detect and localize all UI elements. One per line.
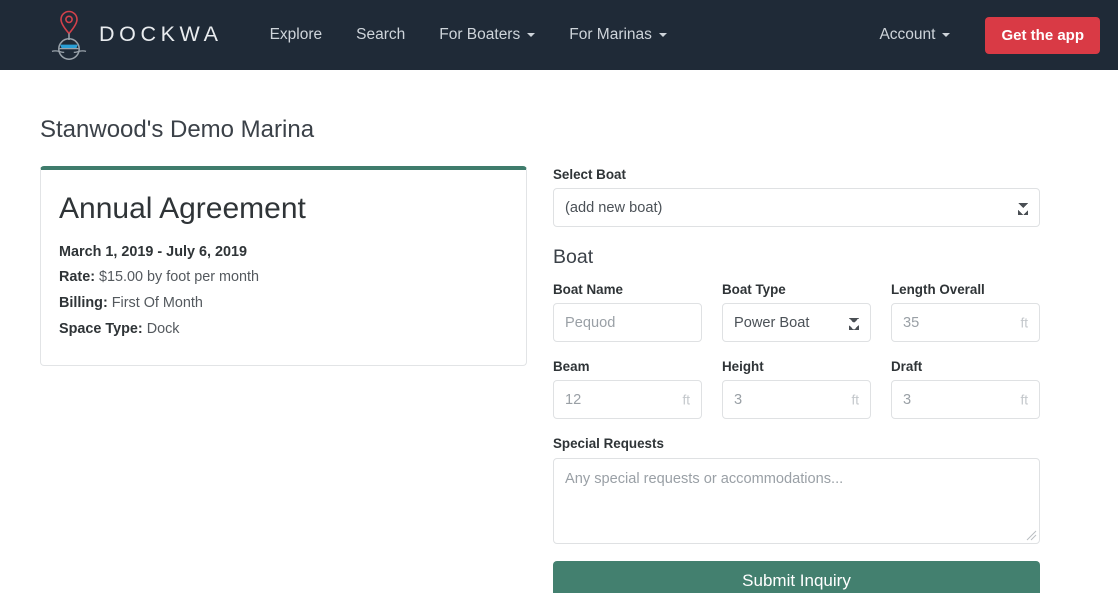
agreement-rate-row: Rate: $15.00 by foot per month	[59, 267, 506, 289]
nav-item-search[interactable]: Search	[339, 0, 422, 70]
nav-item-label: For Marinas	[569, 26, 652, 43]
height-input[interactable]	[722, 380, 871, 420]
nav-item-label: Explore	[269, 26, 323, 43]
account-menu[interactable]: Account	[862, 0, 967, 70]
submit-inquiry-button[interactable]: Submit Inquiry	[553, 560, 1040, 593]
agreement-rate-value: $15.00 by foot per month	[98, 269, 259, 286]
draft-label: Draft	[891, 359, 923, 375]
account-menu-label: Account	[879, 26, 936, 43]
height-field-group: Height ft	[722, 358, 871, 420]
beam-input[interactable]	[553, 380, 702, 420]
main-navigation: Explore Search For Boaters For Marinas	[253, 0, 684, 70]
agreement-billing-value: First Of Month	[111, 295, 203, 312]
agreement-rate-label: Rate:	[59, 269, 95, 286]
nav-item-label: Search	[356, 26, 406, 43]
boat-name-field-group: Boat Name	[553, 281, 702, 343]
agreement-billing-row: Billing: First Of Month	[59, 293, 506, 315]
nav-item-for-boaters[interactable]: For Boaters	[422, 0, 552, 70]
height-label: Height	[722, 359, 764, 375]
boat-name-label: Boat Name	[553, 281, 623, 297]
boat-name-input[interactable]	[553, 303, 702, 343]
chevron-down-icon	[527, 33, 536, 37]
select-boat-dropdown[interactable]: (add new boat)	[553, 188, 1040, 228]
get-the-app-button[interactable]: Get the app	[985, 16, 1100, 54]
boat-details-row-1: Boat Name Boat Type Power Boat Length Ov…	[553, 281, 1040, 343]
site-header: DOCKWA Explore Search For Boaters For Ma…	[0, 0, 1118, 70]
chevron-down-icon	[658, 33, 667, 37]
nav-item-for-marinas[interactable]: For Marinas	[552, 0, 684, 70]
agreement-card: Annual Agreement March 1, 2019 - July 6,…	[40, 165, 527, 366]
mooring-buoy-with-map-pin-icon	[51, 10, 87, 60]
beam-field-group: Beam ft	[553, 358, 702, 420]
special-requests-textarea[interactable]	[553, 457, 1040, 544]
agreement-space-type-row: Space Type: Dock	[59, 319, 506, 341]
length-overall-label: Length Overall	[891, 281, 985, 297]
nav-item-explore[interactable]: Explore	[253, 0, 340, 70]
select-boat-label: Select Boat	[553, 166, 626, 182]
beam-label: Beam	[553, 359, 590, 375]
chevron-down-icon	[942, 33, 951, 37]
header-actions: Account Get the app	[862, 0, 1100, 70]
agreement-date-range: March 1, 2019 - July 6, 2019	[59, 244, 247, 261]
agreement-space-type-label: Space Type:	[59, 321, 143, 338]
boat-type-field-group: Boat Type Power Boat	[722, 281, 871, 343]
boat-type-label: Boat Type	[722, 281, 786, 297]
draft-input[interactable]	[891, 380, 1040, 420]
agreement-column: Annual Agreement March 1, 2019 - July 6,…	[40, 165, 527, 366]
boat-details-row-2: Beam ft Height ft Draft ft	[553, 358, 1040, 420]
agreement-space-type-value: Dock	[146, 321, 180, 338]
draft-field-group: Draft ft	[891, 358, 1040, 420]
inquiry-form: Select Boat (add new boat) Boat Boat Nam…	[553, 166, 1040, 593]
agreement-title: Annual Agreement	[59, 191, 306, 225]
agreement-billing-label: Billing:	[59, 295, 108, 312]
content-columns: Annual Agreement March 1, 2019 - July 6,…	[0, 165, 1118, 593]
length-overall-field-group: Length Overall ft	[891, 281, 1040, 343]
nav-item-label: For Boaters	[439, 26, 521, 43]
page-title: Stanwood's Demo Marina	[40, 116, 315, 143]
special-requests-label: Special Requests	[553, 436, 664, 452]
brand-wordmark: DOCKWA	[99, 22, 223, 47]
boat-section-heading: Boat	[553, 246, 594, 269]
brand-logo-link[interactable]: DOCKWA	[46, 9, 223, 61]
length-overall-input[interactable]	[891, 303, 1040, 343]
special-requests-field-group: Special Requests	[553, 435, 1040, 544]
boat-type-dropdown[interactable]: Power Boat	[722, 303, 871, 343]
